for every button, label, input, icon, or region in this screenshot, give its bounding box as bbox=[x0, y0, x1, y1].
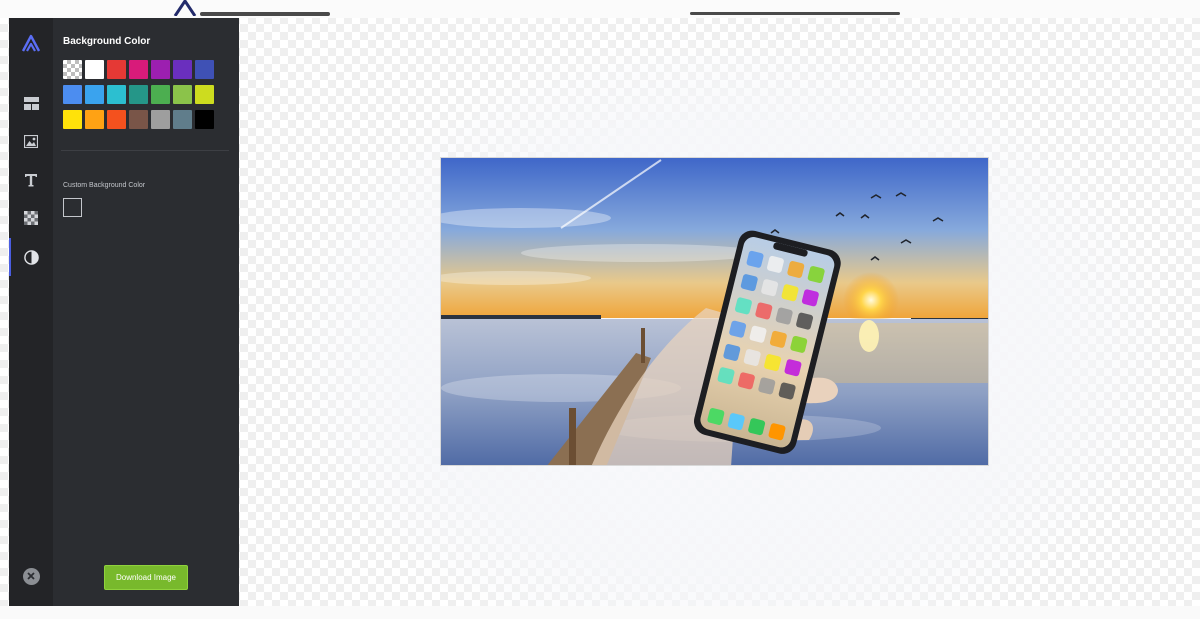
app-logo-icon bbox=[172, 0, 198, 17]
image-icon[interactable] bbox=[9, 126, 53, 156]
color-swatch[interactable] bbox=[85, 110, 104, 129]
color-swatch[interactable] bbox=[195, 60, 214, 79]
panel-title: Background Color bbox=[63, 36, 151, 47]
color-swatch[interactable] bbox=[107, 85, 126, 104]
top-edge-scribble bbox=[690, 12, 900, 15]
panel-divider bbox=[61, 150, 229, 151]
color-swatch[interactable] bbox=[173, 110, 192, 129]
color-swatch[interactable] bbox=[129, 60, 148, 79]
color-swatch[interactable] bbox=[63, 110, 82, 129]
color-swatch[interactable] bbox=[173, 60, 192, 79]
color-swatch-transparent[interactable] bbox=[63, 60, 82, 79]
tool-rail bbox=[9, 18, 54, 606]
color-swatch[interactable] bbox=[173, 85, 192, 104]
canvas-image[interactable] bbox=[440, 157, 989, 466]
background-color-panel: Background Color Custom Background Color… bbox=[53, 18, 239, 606]
custom-color-label: Custom Background Color bbox=[63, 182, 146, 189]
text-icon[interactable] bbox=[9, 165, 53, 195]
color-swatch[interactable] bbox=[107, 60, 126, 79]
color-swatch[interactable] bbox=[85, 60, 104, 79]
download-image-button[interactable]: Download Image bbox=[104, 565, 188, 590]
layout-icon[interactable] bbox=[9, 88, 53, 118]
contrast-icon[interactable] bbox=[9, 238, 53, 276]
color-swatch[interactable] bbox=[107, 110, 126, 129]
color-swatch[interactable] bbox=[129, 85, 148, 104]
color-swatch[interactable] bbox=[151, 110, 170, 129]
app-logo-icon[interactable] bbox=[9, 28, 53, 58]
color-swatch[interactable] bbox=[63, 85, 82, 104]
color-swatch[interactable] bbox=[85, 85, 104, 104]
close-icon bbox=[22, 567, 40, 585]
color-swatch[interactable] bbox=[195, 110, 214, 129]
color-swatch[interactable] bbox=[151, 60, 170, 79]
background-pattern-icon[interactable] bbox=[9, 203, 53, 233]
top-edge-scribble bbox=[200, 12, 330, 16]
color-swatch-grid bbox=[63, 60, 223, 129]
bottom-edge-strip bbox=[0, 606, 1200, 619]
close-panel-button[interactable] bbox=[9, 561, 53, 591]
color-swatch[interactable] bbox=[151, 85, 170, 104]
color-swatch[interactable] bbox=[129, 110, 148, 129]
color-swatch[interactable] bbox=[195, 85, 214, 104]
photo-scene bbox=[441, 158, 988, 465]
custom-color-picker[interactable] bbox=[63, 198, 82, 217]
